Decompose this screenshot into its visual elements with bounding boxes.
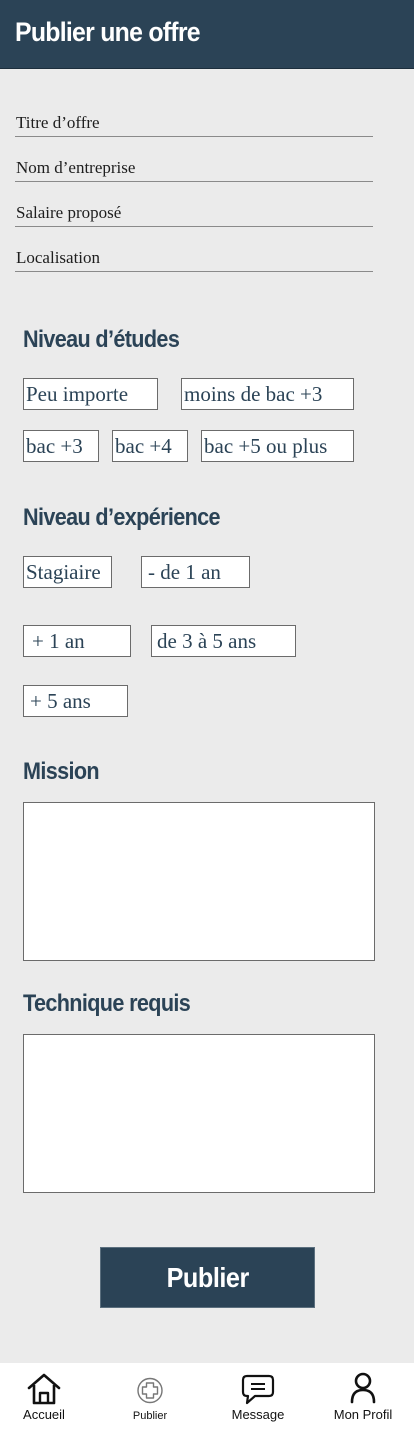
publish-button-label: Publier (166, 1262, 249, 1293)
home-icon (27, 1372, 61, 1410)
company-name-input[interactable] (16, 158, 366, 178)
location-field[interactable] (15, 241, 373, 272)
education-option-any[interactable]: Peu importe (23, 378, 158, 410)
user-icon (349, 1372, 377, 1409)
location-input[interactable] (16, 248, 366, 268)
experience-section-title: Niveau d’expérience (23, 504, 221, 531)
technique-textarea[interactable] (24, 1035, 374, 1192)
message-icon (241, 1374, 275, 1411)
education-option-below-bac3[interactable]: moins de bac +3 (181, 378, 354, 410)
job-title-input[interactable] (16, 113, 366, 133)
experience-option-intern[interactable]: Stagiaire (23, 556, 112, 588)
salary-input[interactable] (16, 203, 366, 223)
publish-button[interactable]: Publier (100, 1247, 315, 1308)
education-option-bac3[interactable]: bac +3 (23, 430, 99, 462)
mission-textarea[interactable] (24, 803, 374, 960)
technique-section-title: Technique requis (23, 990, 191, 1017)
nav-label-profile: Mon Profil (333, 1407, 393, 1422)
nav-label-publish: Publier (132, 1410, 168, 1422)
plus-circle-icon (137, 1377, 164, 1409)
technique-textarea-box[interactable] (23, 1034, 375, 1193)
nav-label-message: Message (231, 1407, 285, 1422)
nav-item-publish[interactable]: Publier (107, 1363, 193, 1430)
experience-option-plus-1-year[interactable]: + 1 an (23, 625, 131, 657)
job-title-field[interactable] (15, 106, 373, 137)
mission-textarea-box[interactable] (23, 802, 375, 961)
mission-section-title: Mission (23, 758, 100, 785)
nav-label-home: Accueil (23, 1407, 65, 1422)
nav-item-profile[interactable]: Mon Profil (321, 1363, 405, 1430)
education-option-bac5-plus[interactable]: bac +5 ou plus (201, 430, 354, 462)
salary-field[interactable] (15, 196, 373, 227)
experience-option-less-1-year[interactable]: - de 1 an (141, 556, 250, 588)
app-header: Publier une offre (0, 0, 414, 69)
nav-item-message[interactable]: Message (214, 1363, 302, 1430)
company-name-field[interactable] (15, 151, 373, 182)
bottom-navigation: Accueil Publier Message Mon Profil (0, 1363, 414, 1430)
experience-option-plus-5-years[interactable]: + 5 ans (23, 685, 128, 717)
experience-option-3-5-years[interactable]: de 3 à 5 ans (151, 625, 296, 657)
page-title: Publier une offre (15, 17, 201, 47)
education-section-title: Niveau d’études (23, 326, 180, 353)
nav-item-home[interactable]: Accueil (0, 1363, 88, 1430)
education-option-bac4[interactable]: bac +4 (112, 430, 188, 462)
